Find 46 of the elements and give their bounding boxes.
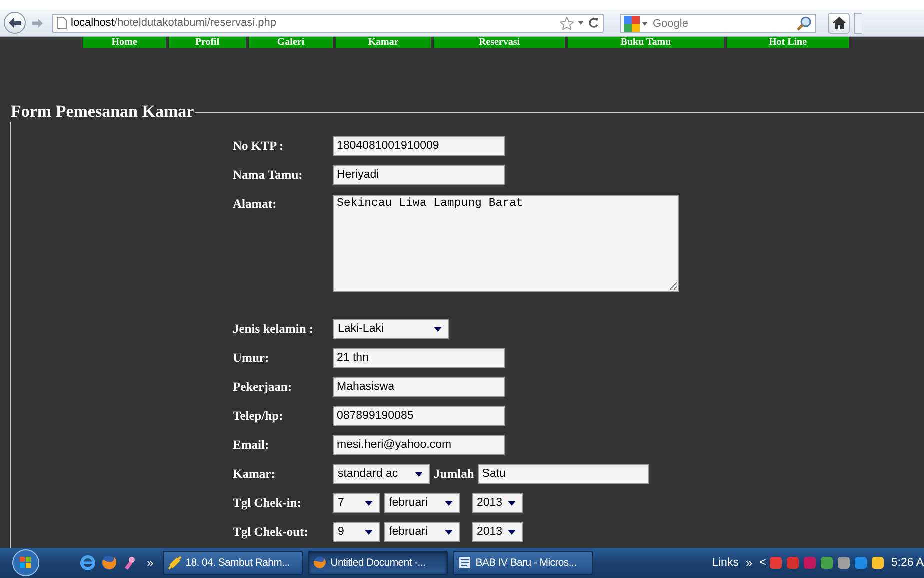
text-field[interactable]: 21 thn — [333, 348, 505, 368]
more-button[interactable]: » — [742, 556, 757, 570]
address-field[interactable]: Sekincau Liwa Lampung Barat — [333, 195, 679, 292]
text-field[interactable]: 087899190085 — [333, 406, 505, 426]
select-field[interactable]: 7 — [333, 493, 380, 513]
select-field[interactable]: februari — [384, 493, 460, 513]
search-field[interactable]: Google — [620, 14, 816, 33]
select-field[interactable]: standard ac — [333, 464, 430, 484]
taskbar-button[interactable]: Untitled Document -... — [308, 551, 448, 575]
field-label: Email: — [233, 437, 270, 454]
more-button[interactable]: » — [143, 556, 158, 570]
field-label: Tgl Chek-out: — [233, 524, 310, 541]
field-label: No KTP : — [233, 138, 285, 155]
field-label: Jenis kelamin : — [233, 321, 315, 338]
field-label: Alamat: — [233, 196, 278, 213]
field-label: Nama Tamu: — [233, 167, 304, 184]
nav-menu-item[interactable]: Home — [83, 37, 166, 48]
select-field[interactable]: Laki-Laki — [333, 319, 449, 339]
field-label: Umur: — [233, 350, 270, 367]
show-hidden-icons-button[interactable]: < — [760, 557, 766, 569]
clock: 5:26 A — [891, 557, 924, 569]
field-label: Tgl Chek-in: — [233, 495, 302, 512]
nav-menu-item[interactable]: Hot Line — [727, 37, 849, 48]
select-field[interactable]: februari — [384, 522, 460, 542]
address-bar[interactable]: localhost/hoteldutakotabumi/reservasi.php — [52, 14, 604, 32]
field-label: Jumlah — [434, 466, 474, 482]
select-field[interactable]: 9 — [333, 522, 380, 542]
field-label: Kamar: — [233, 466, 276, 483]
text-field[interactable]: 1804081001910009 — [333, 136, 505, 156]
field-label: Pekerjaan: — [233, 379, 294, 396]
select-field[interactable]: 2013 — [472, 493, 523, 513]
taskbar-button[interactable]: BAB IV Baru - Micros... — [452, 551, 593, 575]
taskbar-button[interactable]: 18. 04. Sambut Rahm... — [162, 551, 303, 575]
select-field[interactable]: 2013 — [472, 522, 523, 542]
text-field[interactable]: Satu — [478, 464, 650, 484]
nav-menu-item[interactable]: Galeri — [249, 37, 333, 48]
form-legend: Form Pemesanan Kamar — [10, 102, 196, 122]
field-label: Telep/hp: — [233, 408, 284, 425]
nav-menu-item[interactable]: Buku Tamu — [568, 37, 724, 48]
nav-menu-item[interactable]: Reservasi — [434, 37, 565, 48]
text-field[interactable]: mesi.heri@yahoo.com — [333, 435, 505, 455]
text-field[interactable]: Heriyadi — [333, 165, 505, 185]
text-field[interactable]: Mahasiswa — [333, 377, 505, 397]
links-toolbar[interactable]: Links — [712, 557, 739, 569]
nav-menu-item[interactable]: Kamar — [336, 37, 431, 48]
nav-menu-item[interactable]: Profil — [169, 37, 246, 48]
